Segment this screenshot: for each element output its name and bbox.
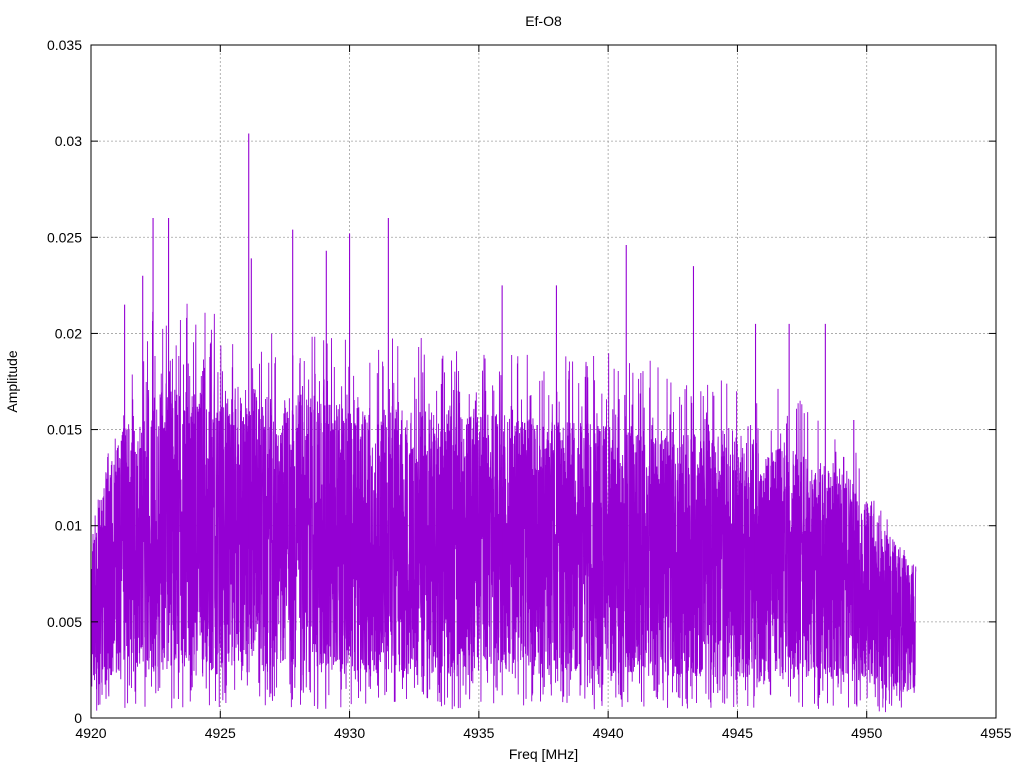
- y-tick-label: 0.015: [47, 422, 82, 438]
- x-tick-label: 4955: [980, 725, 1011, 741]
- x-tick-label: 4950: [851, 725, 882, 741]
- x-tick-label: 4940: [593, 725, 624, 741]
- y-tick-label: 0.025: [47, 229, 82, 245]
- y-tick-label: 0.035: [47, 37, 82, 53]
- x-axis-label: Freq [MHz]: [509, 746, 578, 762]
- y-tick-label: 0: [74, 710, 82, 726]
- y-tick-label: 0.02: [55, 325, 82, 341]
- x-tick-label: 4935: [463, 725, 494, 741]
- y-tick-label: 0.005: [47, 614, 82, 630]
- x-tick-label: 4920: [75, 725, 106, 741]
- x-tick-label: 4930: [334, 725, 365, 741]
- chart-title: Ef-O8: [525, 13, 562, 29]
- x-tick-label: 4925: [205, 725, 236, 741]
- x-tick-label: 4945: [722, 725, 753, 741]
- y-tick-label: 0.01: [55, 518, 82, 534]
- chart: 4920 4925 4930 4935 4940 4945 4950 4955 0 0.005 0.…: [0, 0, 1024, 768]
- y-tick-label: 0.03: [55, 133, 82, 149]
- y-axis-label: Amplitude: [4, 350, 20, 412]
